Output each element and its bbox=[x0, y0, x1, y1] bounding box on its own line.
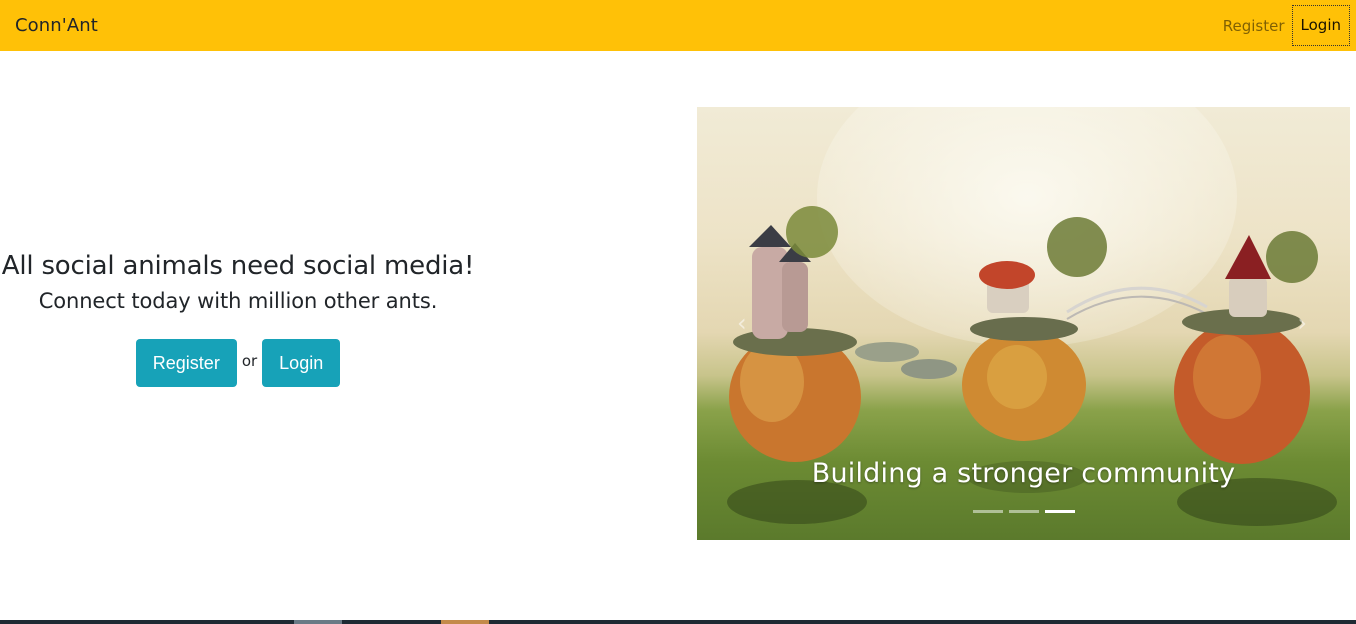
nav-links: Register Login bbox=[1216, 0, 1356, 51]
carousel-indicators bbox=[697, 510, 1350, 513]
chevron-right-icon[interactable]: › bbox=[1297, 309, 1307, 337]
nav-register-link[interactable]: Register bbox=[1216, 15, 1292, 37]
bottom-strip-segment bbox=[441, 620, 489, 624]
hero-subtitle: Connect today with million other ants. bbox=[38, 289, 438, 313]
register-button[interactable]: Register bbox=[135, 339, 237, 387]
brand-link[interactable]: Conn'Ant bbox=[15, 15, 98, 36]
cta-buttons: Register or Login bbox=[0, 339, 476, 387]
hero-title: All social animals need social media! bbox=[1, 251, 475, 281]
carousel-indicator-2[interactable] bbox=[1008, 510, 1039, 513]
chevron-left-icon[interactable]: ‹ bbox=[737, 309, 747, 337]
carousel-indicator-3[interactable] bbox=[1044, 510, 1075, 513]
carousel-indicator-1[interactable] bbox=[972, 510, 1003, 513]
bottom-strip-segment bbox=[294, 620, 342, 624]
bottom-edge-strip bbox=[0, 620, 1356, 624]
hero-section: All social animals need social media! Co… bbox=[0, 248, 476, 387]
top-navbar: Conn'Ant Register Login bbox=[0, 0, 1356, 51]
nav-login-link[interactable]: Login bbox=[1291, 5, 1350, 46]
carousel-caption: Building a stronger community bbox=[811, 458, 1236, 489]
image-carousel: ‹ › Building a stronger community bbox=[697, 107, 1350, 540]
login-button[interactable]: Login bbox=[262, 339, 341, 387]
or-separator: or bbox=[241, 352, 258, 370]
